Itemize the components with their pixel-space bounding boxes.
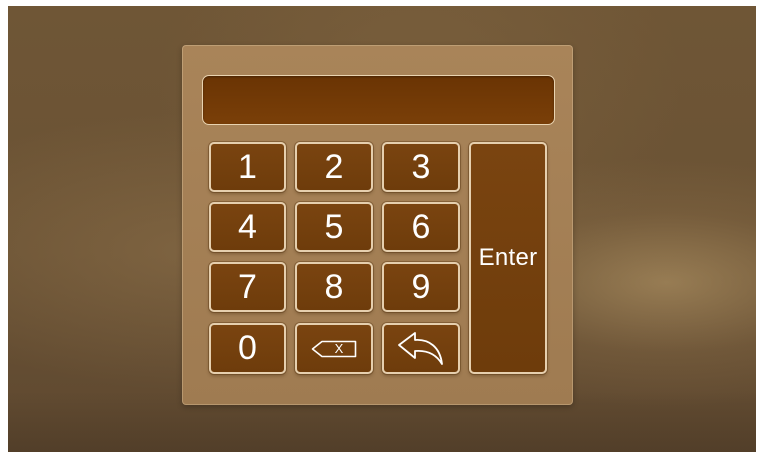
- key-0[interactable]: 0: [209, 323, 286, 374]
- keypad-panel: 1 2 3 4 5 6 7 8 9 0 X Enter: [182, 45, 573, 405]
- back-arrow-icon: [396, 330, 446, 368]
- enter-button[interactable]: Enter: [469, 142, 547, 374]
- backspace-icon: X: [311, 340, 357, 358]
- key-7[interactable]: 7: [209, 262, 286, 312]
- key-4[interactable]: 4: [209, 202, 286, 252]
- input-display[interactable]: [202, 75, 555, 125]
- key-3[interactable]: 3: [382, 142, 460, 192]
- backspace-button[interactable]: X: [295, 323, 373, 374]
- key-8[interactable]: 8: [295, 262, 373, 312]
- screen: 1 2 3 4 5 6 7 8 9 0 X Enter: [0, 0, 758, 458]
- key-9[interactable]: 9: [382, 262, 460, 312]
- key-2[interactable]: 2: [295, 142, 373, 192]
- key-6[interactable]: 6: [382, 202, 460, 252]
- back-button[interactable]: [382, 323, 460, 374]
- key-5[interactable]: 5: [295, 202, 373, 252]
- backspace-glyph: X: [334, 340, 344, 356]
- key-1[interactable]: 1: [209, 142, 286, 192]
